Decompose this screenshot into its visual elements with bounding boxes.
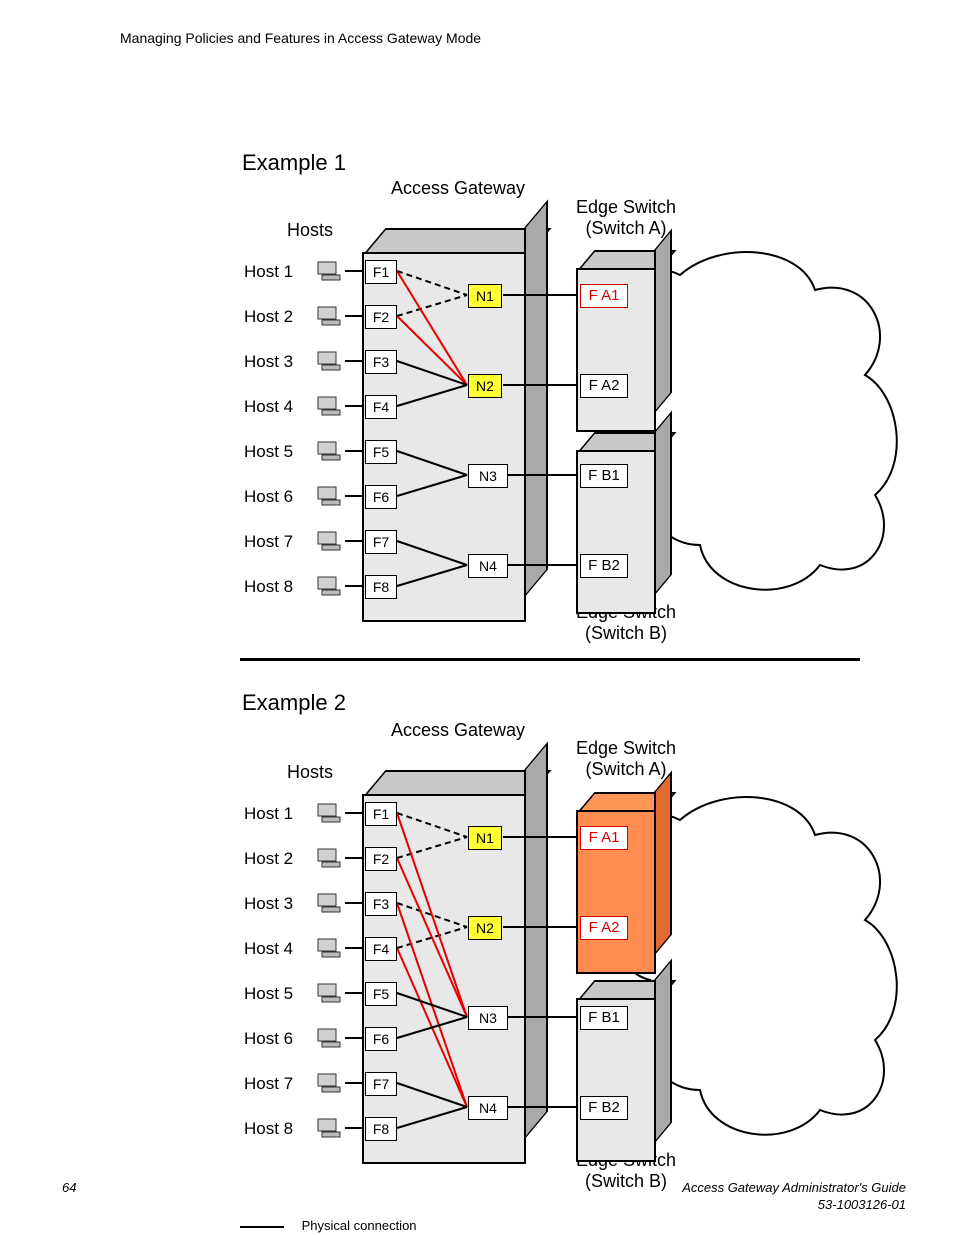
ex2-edge-a-port-2: F A2 — [580, 916, 628, 940]
ex2-computer-icon-4 — [316, 937, 342, 959]
ex2-edge-a-port-1: F A1 — [580, 826, 628, 850]
ex2-computer-icon-2 — [316, 847, 342, 869]
ex2-computer-icon-7 — [316, 1072, 342, 1094]
ex2-fport-6: F6 — [365, 1027, 397, 1051]
ex2-fport-2: F2 — [365, 847, 397, 871]
ex2-computer-icon-3 — [316, 892, 342, 914]
ex2-fport-5: F5 — [365, 982, 397, 1006]
legend-label: Physical connection — [302, 1218, 417, 1233]
page: Managing Policies and Features in Access… — [0, 0, 954, 1235]
ex2-nport-1: N1 — [468, 826, 502, 850]
ex2-computer-icon-8 — [316, 1117, 342, 1139]
ex2-computer-icon-6 — [316, 1027, 342, 1049]
ex2-computer-icon-1 — [316, 802, 342, 824]
ex2-host-label-2: Host 2 — [244, 849, 293, 869]
ex2-host-label-6: Host 6 — [244, 1029, 293, 1049]
ex2-lines — [0, 0, 954, 1235]
ex2-host-label-7: Host 7 — [244, 1074, 293, 1094]
ex2-nport-4: N4 — [468, 1096, 508, 1120]
ex2-nport-3: N3 — [468, 1006, 508, 1030]
ex2-host-label-8: Host 8 — [244, 1119, 293, 1139]
ex2-host-label-3: Host 3 — [244, 894, 293, 914]
ex2-host-label-5: Host 5 — [244, 984, 293, 1004]
ex2-fport-8: F8 — [365, 1117, 397, 1141]
ex2-host-label-4: Host 4 — [244, 939, 293, 959]
ex2-nport-2: N2 — [468, 916, 502, 940]
legend-line-icon — [240, 1226, 284, 1228]
ex2-host-label-1: Host 1 — [244, 804, 293, 824]
ex2-fport-7: F7 — [365, 1072, 397, 1096]
ex2-edge-b-port-2: F B2 — [580, 1096, 628, 1120]
legend-physical: Physical connection — [240, 1218, 417, 1233]
ex2-fport-1: F1 — [365, 802, 397, 826]
ex2-computer-icon-5 — [316, 982, 342, 1004]
ex2-edge-b-port-1: F B1 — [580, 1006, 628, 1030]
ex2-fport-3: F3 — [365, 892, 397, 916]
ex2-fport-4: F4 — [365, 937, 397, 961]
